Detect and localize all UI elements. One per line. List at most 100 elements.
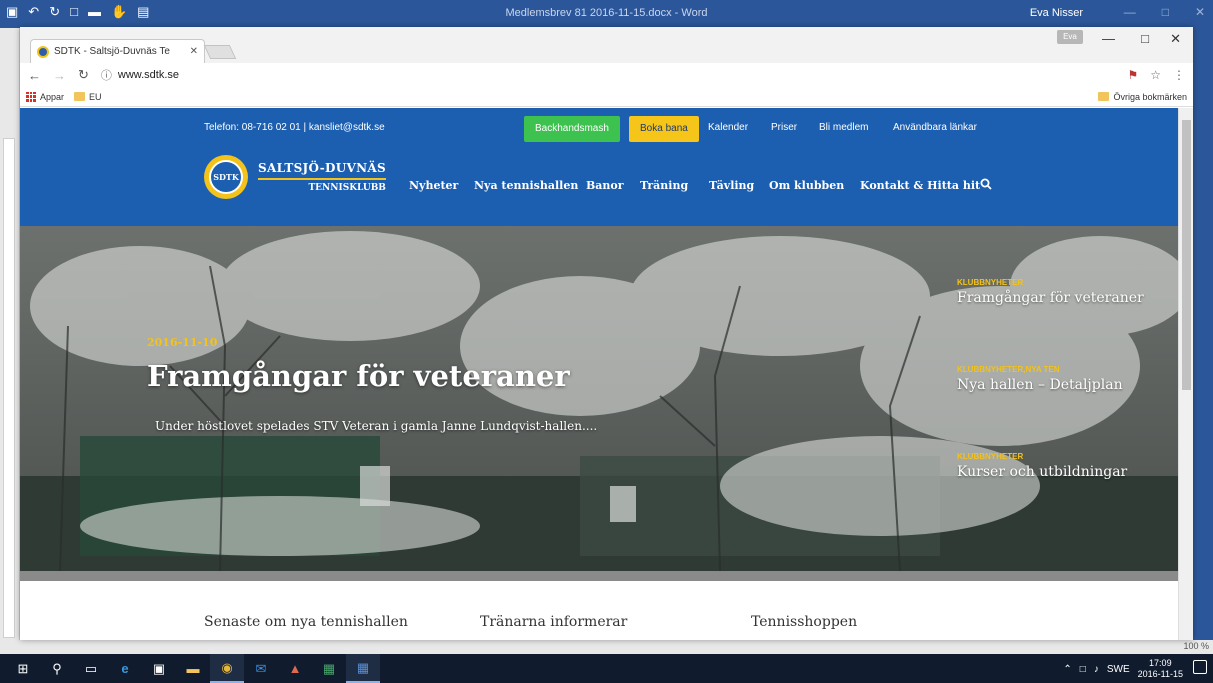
task-view-icon[interactable]: ▭ [74, 654, 108, 683]
nav-kontakt[interactable]: Kontakt & Hitta hit [860, 179, 980, 192]
url-text: www.sdtk.se [117, 69, 180, 81]
site-header: Telefon: 08-716 02 01 | kansliet@sdtk.se… [20, 108, 1178, 226]
page-scrollbar[interactable] [1178, 108, 1193, 640]
backhandsmash-button[interactable]: Backhandsmash [524, 116, 620, 142]
maximize-icon[interactable]: □ [1141, 31, 1149, 46]
club-emblem: SDTK [204, 155, 248, 199]
top-link-kalender[interactable]: Kalender [708, 122, 748, 133]
bookmarks-bar: Appar EU Övriga bokmärken [20, 87, 1193, 107]
clock-time: 17:09 [1149, 658, 1172, 668]
app-icon[interactable]: ▲ [278, 654, 312, 683]
search-icon[interactable] [980, 178, 992, 190]
volume-icon[interactable]: ♪ [1094, 664, 1099, 675]
bookmark-label: Övriga bokmärken [1113, 91, 1187, 102]
close-window-icon[interactable]: ✕ [1170, 31, 1181, 47]
reload-icon[interactable]: ↻ [78, 67, 89, 83]
tray-chevron-icon[interactable]: ⌃ [1063, 664, 1071, 675]
word-close-icon[interactable]: ✕ [1195, 5, 1205, 19]
side-news-title[interactable]: Framgångar för veteraner [957, 290, 1157, 306]
section-heading: Senaste om nya tennishallen [204, 614, 408, 630]
word-taskbar-icon[interactable]: ▦ [346, 654, 380, 683]
logo-line-1: SALTSJÖ-DUVNÄS [258, 161, 386, 175]
side-news-category[interactable]: KLUBBNYHETER,NYA TEN [957, 365, 1157, 374]
word-title-bar: ▣ ↶ ↻ □ ▬ ✋ ▤ Medlemsbrev 81 2016-11-15.… [0, 0, 1213, 28]
file-explorer-icon[interactable]: ▬ [176, 654, 210, 683]
bookmark-star-icon[interactable]: ☆ [1150, 68, 1161, 82]
section-heading: Tränarna informerar [480, 614, 628, 630]
apps-grid-icon [26, 91, 36, 102]
chrome-window: SDTK - Saltsjö-Duvnäs Te ✕ Eva — □ ✕ ← →… [20, 27, 1193, 640]
language-indicator[interactable]: SWE [1107, 664, 1130, 675]
nav-om-klubben[interactable]: Om klubben [769, 179, 844, 192]
content-sections: Senaste om nya tennishallen Tränarna inf… [20, 571, 1178, 640]
boka-bana-button[interactable]: Boka bana [629, 116, 699, 142]
side-news-item[interactable]: KLUBBNYHETER Kurser och utbildningar [957, 452, 1157, 480]
search-taskbar-icon[interactable]: ⚲ [40, 654, 74, 683]
word-zoom-level[interactable]: 100 % [1183, 641, 1209, 651]
excel-icon[interactable]: ▦ [312, 654, 346, 683]
side-news-item[interactable]: KLUBBNYHETER Framgångar för veteraner [957, 278, 1157, 306]
top-link-priser[interactable]: Priser [771, 122, 797, 133]
nav-banor[interactable]: Banor [586, 179, 624, 192]
tab-sdtk[interactable]: SDTK - Saltsjö-Duvnäs Te ✕ [30, 39, 205, 63]
hero-excerpt: Under höstlovet spelades STV Veteran i g… [155, 419, 598, 433]
website-viewport: Telefon: 08-716 02 01 | kansliet@sdtk.se… [20, 108, 1178, 640]
bookmark-label: EU [89, 91, 102, 102]
top-link-lankar[interactable]: Användbara länkar [893, 122, 977, 133]
word-maximize-icon[interactable]: □ [1162, 5, 1169, 19]
action-center-icon[interactable] [1193, 660, 1207, 674]
clock[interactable]: 17:09 2016-11-15 [1138, 658, 1183, 680]
scrollbar-thumb[interactable] [1182, 120, 1191, 390]
side-news-title[interactable]: Nya hallen – Detaljplan [957, 377, 1157, 393]
windows-start-icon[interactable]: ⊞ [6, 654, 40, 683]
hero-title[interactable]: Framgångar för veteraner [147, 359, 570, 393]
bookmark-other[interactable]: Övriga bokmärken [1098, 92, 1187, 102]
contact-info[interactable]: Telefon: 08-716 02 01 | kansliet@sdtk.se [204, 122, 385, 133]
nav-tavling[interactable]: Tävling [709, 179, 754, 192]
side-news-category[interactable]: KLUBBNYHETER [957, 278, 1157, 287]
nav-traning[interactable]: Träning [640, 179, 688, 192]
side-news-item[interactable]: KLUBBNYHETER,NYA TEN Nya hallen – Detalj… [957, 365, 1157, 393]
chrome-taskbar-icon[interactable]: ◉ [210, 654, 244, 683]
word-right-edge [1200, 28, 1213, 654]
minimize-icon[interactable]: — [1102, 31, 1115, 46]
menu-icon[interactable]: ⋮ [1173, 68, 1185, 82]
forward-icon[interactable]: → [53, 68, 66, 83]
new-tab-button[interactable] [203, 45, 237, 59]
sdtk-favicon-icon [37, 45, 49, 58]
network-icon[interactable]: □ [1080, 664, 1086, 675]
side-news-category[interactable]: KLUBBNYHETER [957, 452, 1157, 461]
windows-taskbar: ⊞ ⚲ ▭ e ▣ ▬ ◉ ✉ ▲ ▦ ▦ ⌃ □ ♪ SWE 17:09 20… [0, 654, 1213, 683]
logo-line-2: TENNISKLUBB [308, 183, 386, 193]
emblem-text: SDTK [209, 160, 243, 194]
bookmark-eu[interactable]: EU [74, 92, 102, 102]
tab-close-icon[interactable]: ✕ [190, 46, 198, 57]
address-bar[interactable]: ⓘ www.sdtk.se [101, 67, 1116, 83]
back-icon[interactable]: ← [28, 68, 41, 83]
outlook-icon[interactable]: ✉ [244, 654, 278, 683]
bookmark-apps[interactable]: Appar [26, 91, 65, 102]
nav-nyheter[interactable]: Nyheter [409, 179, 458, 192]
word-minimize-icon[interactable]: — [1124, 5, 1136, 19]
folder-icon [74, 92, 86, 101]
site-top-bar: Telefon: 08-716 02 01 | kansliet@sdtk.se… [20, 116, 1178, 142]
folder-icon [1098, 92, 1110, 101]
hero-slider[interactable]: 2016-11-10 Framgångar för veteraner Unde… [20, 226, 1178, 571]
browser-toolbar: ← → ↻ ⓘ www.sdtk.se ⚑ ☆ ⋮ [20, 63, 1193, 87]
word-user-name[interactable]: Eva Nisser [1030, 7, 1083, 19]
section-heading: Tennisshoppen [751, 614, 858, 630]
side-news-title[interactable]: Kurser och utbildningar [957, 464, 1157, 480]
extension-icon[interactable]: ⚑ [1127, 68, 1138, 82]
store-icon[interactable]: ▣ [142, 654, 176, 683]
edge-icon[interactable]: e [108, 654, 142, 683]
system-tray: ⌃ □ ♪ SWE 17:09 2016-11-15 [1063, 658, 1183, 680]
hero-date: 2016-11-10 [147, 336, 218, 349]
top-link-bli-medlem[interactable]: Bli medlem [819, 122, 868, 133]
info-icon[interactable]: ⓘ [101, 67, 112, 83]
club-logo[interactable]: SDTK SALTSJÖ-DUVNÄS TENNISKLUBB [204, 155, 386, 199]
word-status-bar: 100 % [0, 640, 1213, 654]
profile-badge[interactable]: Eva [1057, 30, 1083, 44]
nav-nya-tennishallen[interactable]: Nya tennishallen [474, 179, 578, 192]
word-vertical-ruler [0, 28, 20, 654]
bookmark-label: Appar [40, 91, 65, 102]
